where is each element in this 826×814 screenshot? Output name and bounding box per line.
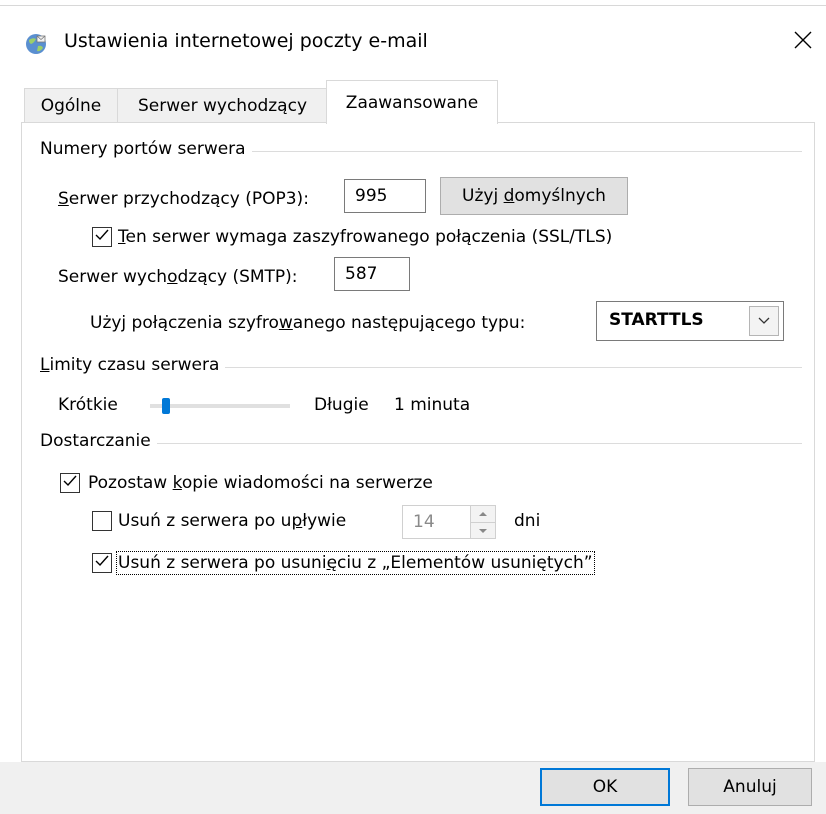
checkmark-icon bbox=[94, 553, 110, 574]
timeout-slider-track bbox=[150, 404, 290, 408]
timeout-slider-thumb[interactable] bbox=[162, 398, 170, 414]
encryption-type-value: STARTTLS bbox=[609, 310, 704, 330]
email-settings-dialog: Ustawienia internetowej poczty e-mail Og… bbox=[0, 0, 826, 814]
cancel-button[interactable]: Anuluj bbox=[688, 768, 812, 806]
advanced-tab-page: Numery portów serwera Serwer przychodząc… bbox=[21, 122, 815, 762]
spin-up-icon[interactable] bbox=[471, 506, 495, 522]
timeouts-group-title: Limity czasu serwera bbox=[40, 355, 226, 375]
timeout-long-label: Długie bbox=[314, 395, 369, 415]
days-unit-label: dni bbox=[514, 511, 541, 531]
incoming-port-value: 995 bbox=[355, 186, 388, 206]
timeout-slider[interactable] bbox=[150, 395, 290, 417]
outgoing-port-input[interactable]: 587 bbox=[334, 257, 410, 291]
leave-copy-checkbox[interactable] bbox=[60, 473, 80, 493]
button-bar: OK Anuluj bbox=[0, 762, 826, 814]
close-button[interactable] bbox=[780, 19, 826, 65]
title-bar[interactable]: Ustawienia internetowej poczty e-mail bbox=[0, 6, 826, 76]
tab-outgoing-server[interactable]: Serwer wychodzący bbox=[117, 88, 328, 122]
ssl-required-label: Ten serwer wymaga zaszyfrowanego połącze… bbox=[118, 227, 613, 247]
ssl-required-checkbox[interactable] bbox=[92, 227, 112, 247]
ok-label: OK bbox=[592, 777, 618, 797]
remove-after-checkbox[interactable] bbox=[92, 511, 112, 531]
incoming-port-label: Serwer przychodzący (POP3): bbox=[58, 189, 309, 209]
tab-advanced-label: Zaawansowane bbox=[345, 92, 479, 113]
cancel-label: Anuluj bbox=[723, 777, 777, 797]
chevron-down-icon bbox=[749, 306, 779, 336]
remove-after-label: Usuń z serwera po upływie bbox=[118, 511, 347, 531]
delivery-group-title: Dostarczanie bbox=[40, 431, 157, 451]
use-defaults-button[interactable]: Użyj domyślnych bbox=[440, 177, 628, 215]
leave-copy-label: Pozostaw kopie wiadomości na serwerze bbox=[88, 473, 433, 493]
tab-outgoing-server-label: Serwer wychodzący bbox=[137, 95, 308, 116]
encryption-type-label: Użyj połączenia szyfrowanego następujące… bbox=[90, 313, 526, 333]
days-value: 14 bbox=[413, 512, 435, 532]
checkmark-icon bbox=[94, 227, 110, 248]
timeout-value: 1 minuta bbox=[394, 395, 471, 415]
days-spinner[interactable] bbox=[470, 505, 496, 539]
incoming-port-input[interactable]: 995 bbox=[344, 179, 426, 213]
tab-strip: Ogólne Serwer wychodzący Zaawansowane bbox=[0, 80, 826, 124]
dialog-title: Ustawienia internetowej poczty e-mail bbox=[64, 30, 428, 52]
timeout-short-label: Krótkie bbox=[58, 395, 118, 415]
checkmark-icon bbox=[62, 473, 78, 494]
tab-advanced[interactable]: Zaawansowane bbox=[326, 80, 498, 124]
ports-group-title: Numery portów serwera bbox=[40, 139, 252, 159]
tab-general[interactable]: Ogólne bbox=[24, 88, 118, 122]
outgoing-port-label: Serwer wychodzący (SMTP): bbox=[58, 267, 298, 287]
close-icon bbox=[794, 31, 812, 54]
spin-down-icon[interactable] bbox=[471, 523, 495, 539]
tab-general-label: Ogólne bbox=[40, 95, 102, 116]
outgoing-port-value: 587 bbox=[345, 264, 378, 284]
ok-button[interactable]: OK bbox=[540, 768, 670, 806]
use-defaults-label: Użyj domyślnych bbox=[462, 186, 606, 206]
mail-globe-icon bbox=[25, 33, 47, 55]
days-input[interactable]: 14 bbox=[402, 505, 472, 539]
encryption-type-select[interactable]: STARTTLS bbox=[596, 301, 784, 341]
remove-deleted-label: Usuń z serwera po usunięciu z „Elementów… bbox=[116, 551, 595, 575]
remove-deleted-checkbox[interactable] bbox=[92, 553, 112, 573]
